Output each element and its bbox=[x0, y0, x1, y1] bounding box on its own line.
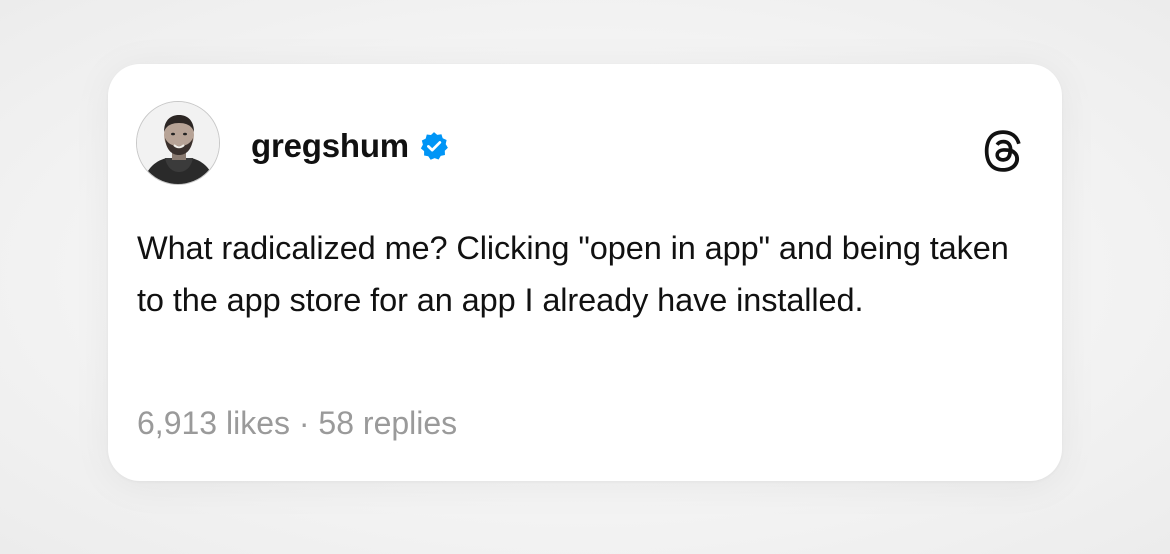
post-body-text: What radicalized me? Clicking "open in a… bbox=[137, 230, 1009, 318]
username-link[interactable]: gregshum bbox=[251, 127, 409, 165]
stats-separator: · bbox=[298, 405, 310, 441]
verified-badge-icon bbox=[419, 131, 449, 161]
replies-count-link[interactable]: 58 replies bbox=[318, 405, 457, 441]
likes-count-link[interactable]: 6,913 likes bbox=[137, 405, 290, 441]
post-header: gregshum bbox=[251, 122, 449, 170]
threads-post-card[interactable]: gregshum What radicalized me? Clicking "… bbox=[108, 64, 1062, 481]
post-stats: 6,913 likes · 58 replies bbox=[137, 398, 457, 448]
user-avatar[interactable] bbox=[136, 101, 220, 185]
avatar-photo-icon bbox=[137, 102, 219, 184]
threads-logo-icon[interactable] bbox=[980, 128, 1026, 174]
